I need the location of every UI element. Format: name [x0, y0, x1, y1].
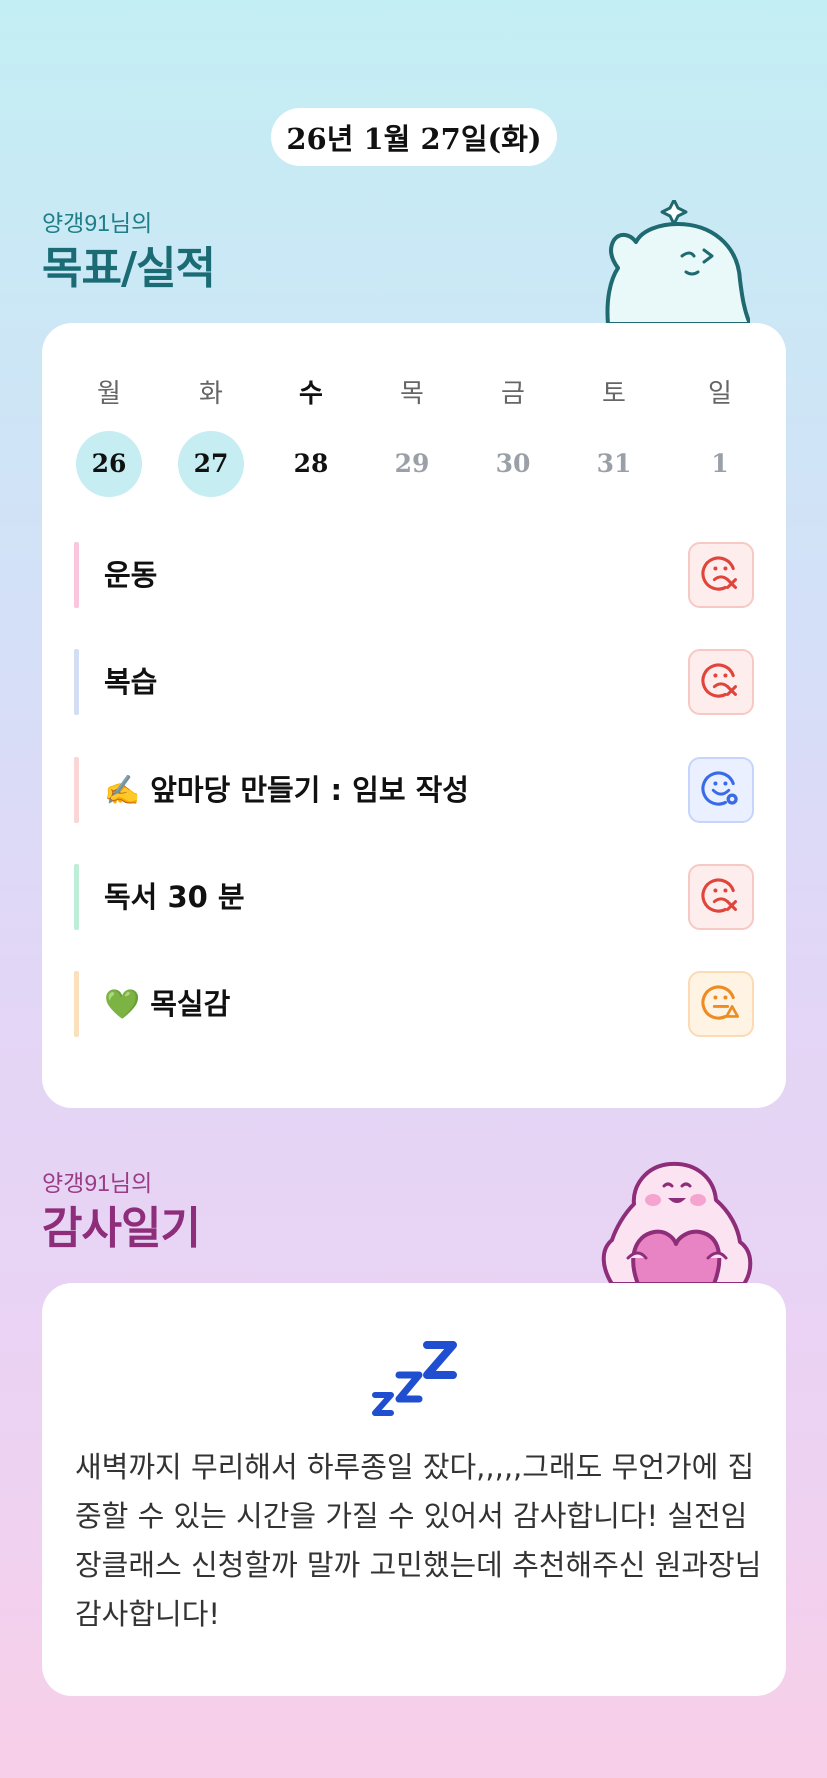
- date-31-button[interactable]: 31: [579, 431, 649, 497]
- weekday-label: 토: [602, 379, 626, 409]
- goal-row[interactable]: 복습: [74, 649, 754, 715]
- sad-x-icon: [701, 660, 741, 704]
- thanks-section-title: 감사일기: [42, 1203, 201, 1254]
- date-27-button[interactable]: 27: [178, 431, 244, 497]
- goal-status-button[interactable]: [688, 864, 754, 930]
- weekday-label: 월: [97, 379, 121, 409]
- goal-label: 운동: [104, 558, 158, 592]
- goal-color-bar: [74, 864, 79, 930]
- weekday-label: 금: [501, 379, 525, 409]
- weekday-label: 수: [299, 379, 323, 409]
- neutral-triangle-icon: [701, 982, 741, 1026]
- sad-x-icon: [701, 553, 741, 597]
- goal-label: 독서 30 분: [104, 880, 245, 914]
- thanks-diary-card: 새벽까지 무리해서 하루종일 잤다,,,,,그래도 무언가에 집중할 수 있는 …: [42, 1283, 786, 1696]
- goal-status-button[interactable]: [688, 971, 754, 1037]
- goal-label: ✍️ 앞마당 만들기 : 임보 작성: [104, 773, 469, 807]
- goal-label: 복습: [104, 665, 158, 699]
- smile-o-icon: [701, 768, 741, 812]
- date-28-button[interactable]: 28: [276, 431, 346, 497]
- goal-row[interactable]: ✍️ 앞마당 만들기 : 임보 작성: [74, 757, 754, 823]
- weekday-label: 화: [199, 379, 223, 409]
- goal-color-bar: [74, 542, 79, 608]
- goals-card: 월 26 화 27 수 28 목 29 금 30 토 31 일 1 운동복습 ✍️ 앞마당 만들기 : 임보…: [42, 323, 786, 1108]
- zzz-icon: [372, 1341, 457, 1416]
- date-29-button[interactable]: 29: [377, 431, 447, 497]
- date-pill[interactable]: 26년 1월 27일(화): [271, 108, 557, 166]
- goal-status-button[interactable]: [688, 757, 754, 823]
- weekday-label: 목: [400, 379, 424, 409]
- goals-section-title: 목표/실적: [42, 243, 216, 294]
- pink-mascot-illustration: [601, 1161, 753, 1284]
- goal-color-bar: [74, 757, 79, 823]
- goal-row[interactable]: 독서 30 분: [74, 864, 754, 930]
- goal-color-bar: [74, 649, 79, 715]
- goal-row[interactable]: 💚 목실감: [74, 971, 754, 1037]
- goal-status-button[interactable]: [688, 542, 754, 608]
- weekday-label: 일: [708, 379, 732, 409]
- goal-status-button[interactable]: [688, 649, 754, 715]
- mint-mascot-illustration: [605, 200, 750, 324]
- date-30-button[interactable]: 30: [478, 431, 548, 497]
- goal-row[interactable]: 운동: [74, 542, 754, 608]
- goal-label: 💚 목실감: [104, 987, 231, 1021]
- diary-text: 새벽까지 무리해서 하루종일 잤다,,,,,그래도 무언가에 집중할 수 있는 …: [75, 1450, 762, 1631]
- sad-x-icon: [701, 875, 741, 919]
- date-26-button[interactable]: 26: [76, 431, 142, 497]
- date-1-button[interactable]: 1: [685, 431, 755, 497]
- goal-color-bar: [74, 971, 79, 1037]
